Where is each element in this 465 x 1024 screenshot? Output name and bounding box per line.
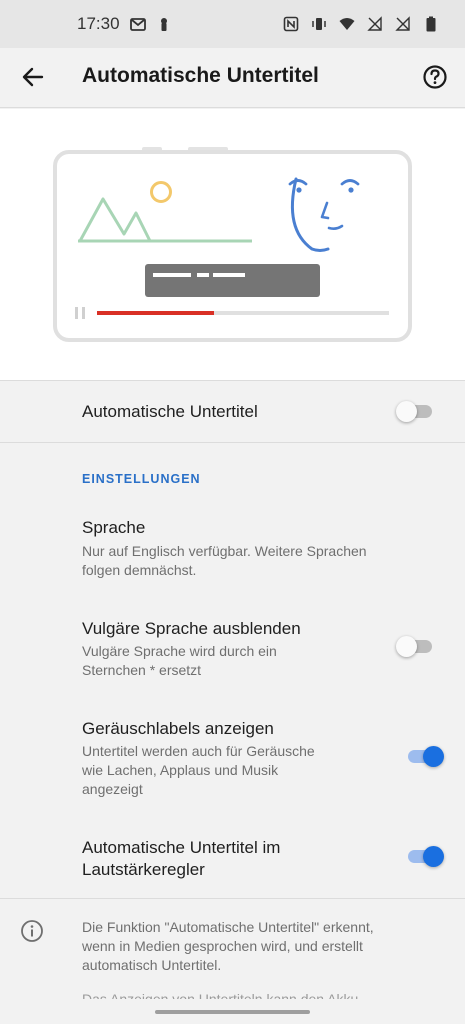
setting-sound-labels-title: Geräuschlabels anzeigen xyxy=(82,719,274,738)
master-toggle-switch[interactable] xyxy=(396,399,436,423)
status-left: 17:30 xyxy=(77,14,172,34)
info-line-1: Die Funktion "Automatische Untertitel" e… xyxy=(82,919,374,935)
status-right xyxy=(283,16,439,32)
info-circle-icon xyxy=(21,920,43,942)
page-title: Automatische Untertitel xyxy=(82,64,319,87)
phone-illustration xyxy=(53,147,412,342)
setting-language-title: Sprache xyxy=(82,518,146,537)
master-toggle-label: Automatische Untertitel xyxy=(82,402,258,421)
toggle-thumb xyxy=(423,846,444,867)
setting-sound-labels-switch[interactable] xyxy=(404,744,444,768)
status-bar: 17:30 xyxy=(0,0,465,48)
caption-bar xyxy=(145,264,320,297)
back-button[interactable] xyxy=(18,62,48,92)
gesture-nav-handle[interactable] xyxy=(155,1010,310,1014)
keyhole-notification-icon xyxy=(160,18,167,31)
video-progress-fill xyxy=(97,311,214,315)
no-signal-2-icon xyxy=(395,16,410,31)
toggle-thumb xyxy=(396,636,417,657)
help-button[interactable] xyxy=(421,63,449,91)
live-caption-illustration xyxy=(0,109,465,381)
vibrate-icon xyxy=(312,18,326,30)
setting-volume-switch[interactable] xyxy=(404,844,444,868)
wifi-icon xyxy=(339,18,355,30)
info-text: Die Funktion "Automatische Untertitel" e… xyxy=(82,918,432,975)
status-time: 17:30 xyxy=(77,14,120,33)
nfc-icon xyxy=(283,16,299,32)
master-toggle-row[interactable]: Automatische Untertitel xyxy=(0,381,465,443)
setting-profanity-switch[interactable] xyxy=(396,634,436,658)
section-header-settings: EINSTELLUNGEN xyxy=(82,472,201,486)
gmail-notification-icon xyxy=(129,18,146,31)
info-line-2: wenn in Medien gesprochen wird, und erst… xyxy=(82,938,363,954)
toggle-thumb xyxy=(396,401,417,422)
info-line-4-text: Das Anzeigen von Untertiteln kann den Ak… xyxy=(82,991,359,999)
setting-volume-title-2: Lautstärkeregler xyxy=(82,860,205,879)
app-bar: Automatische Untertitel xyxy=(0,48,465,108)
help-circle-icon xyxy=(423,65,447,89)
setting-language-summary-2: folgen demnächst. xyxy=(82,562,197,578)
setting-volume-title-1: Automatische Untertitel im xyxy=(82,838,281,857)
setting-sound-labels-summary-1: Untertitel werden auch für Geräusche xyxy=(82,743,315,759)
setting-sound-labels-summary-3: angezeigt xyxy=(82,781,143,797)
arrow-left-icon xyxy=(22,67,44,87)
info-line-3: automatisch Untertitel. xyxy=(82,957,222,973)
info-line-4: Das Anzeigen von Untertiteln kann den Ak… xyxy=(82,990,432,999)
battery-icon xyxy=(426,16,436,32)
toggle-thumb xyxy=(423,746,444,767)
no-signal-icon xyxy=(367,16,382,31)
info-footer: Die Funktion "Automatische Untertitel" e… xyxy=(0,898,465,1024)
setting-language-summary-1: Nur auf Englisch verfügbar. Weitere Spra… xyxy=(82,543,367,559)
setting-profanity-summary-1: Vulgäre Sprache wird durch ein xyxy=(82,643,277,659)
setting-profanity-summary-2: Sternchen * ersetzt xyxy=(82,662,202,678)
setting-sound-labels-summary-2: wie Lachen, Applaus und Musik xyxy=(82,762,279,778)
setting-profanity-title: Vulgäre Sprache ausblenden xyxy=(82,619,301,638)
